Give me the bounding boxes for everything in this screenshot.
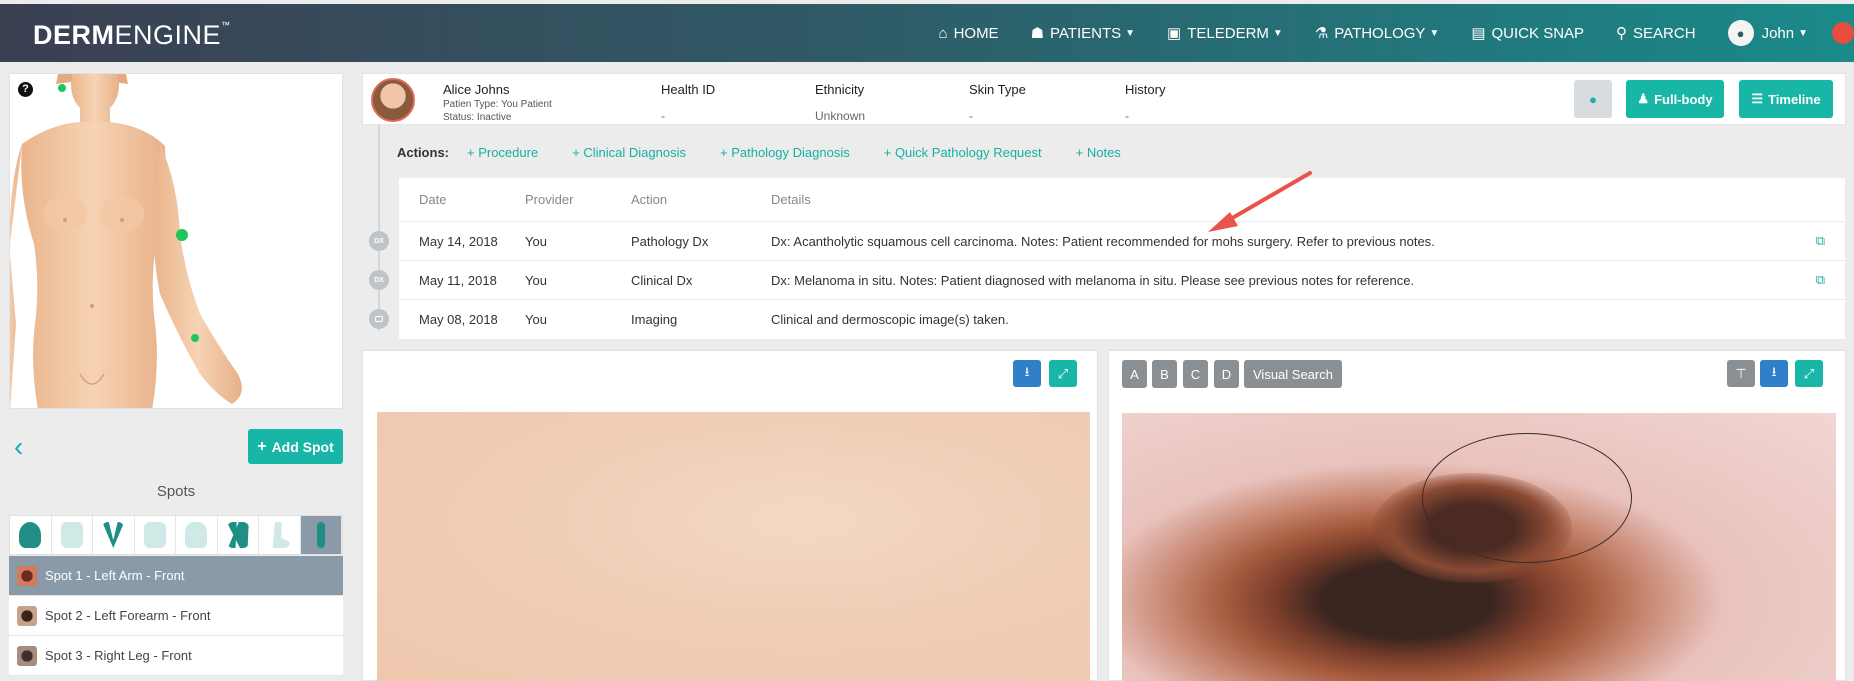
add-procedure-link[interactable]: + Procedure xyxy=(467,145,538,160)
body-spot-marker-left-arm[interactable] xyxy=(176,229,188,241)
spots-title: Spots xyxy=(156,483,196,500)
tool-d-button[interactable]: D xyxy=(1214,360,1239,388)
body-spot-marker-shoulder[interactable] xyxy=(58,84,66,92)
user-icon: ● xyxy=(1589,91,1597,107)
add-spot-button[interactable]: + Add Spot xyxy=(248,429,343,464)
external-link-icon[interactable]: ⧉ xyxy=(1816,272,1825,288)
tool-c-button[interactable]: C xyxy=(1183,360,1208,388)
add-pathology-diagnosis-link[interactable]: + Pathology Diagnosis xyxy=(720,145,850,160)
dermengine-logo[interactable]: DERMENGINE™ xyxy=(33,20,231,51)
spot-thumbnail xyxy=(17,645,37,666)
camera-badge-icon xyxy=(369,309,389,329)
timeline-table: Date Provider Action Details May 14, 201… xyxy=(398,177,1846,340)
skin-type-field: Skin Type - xyxy=(969,82,1026,123)
chevron-down-icon: ▼ xyxy=(1125,27,1136,39)
full-body-button[interactable]: ♟ Full-body xyxy=(1626,80,1724,118)
camera-icon: ▤ xyxy=(1471,25,1486,42)
nav-user-menu[interactable]: ● John ▼ xyxy=(1727,20,1808,46)
external-link-icon[interactable]: ⧉ xyxy=(1816,233,1825,249)
visual-search-button[interactable]: Visual Search xyxy=(1244,360,1342,388)
body-region-filter xyxy=(9,515,343,555)
spot-list-item[interactable]: Spot 1 - Left Arm - Front xyxy=(9,556,343,596)
patient-name: Alice Johns xyxy=(443,82,510,97)
dermoscopic-lesion-image[interactable] xyxy=(1122,413,1836,681)
body-map-panel: ? xyxy=(9,73,343,409)
tool-b-button[interactable]: B xyxy=(1152,360,1177,388)
chevron-down-icon: ▼ xyxy=(1272,27,1283,39)
spot-thumbnail xyxy=(17,565,37,586)
clinical-skin-image[interactable] xyxy=(377,412,1090,681)
tool-a-button[interactable]: A xyxy=(1122,360,1147,388)
actions-bar: Actions: + Procedure + Clinical Diagnosi… xyxy=(397,145,1121,160)
back-arrow-icon[interactable]: ‹ xyxy=(14,433,23,461)
region-foot-icon[interactable] xyxy=(259,516,301,554)
region-pelvis-icon[interactable] xyxy=(135,516,176,554)
history-field: History - xyxy=(1125,82,1166,123)
download-icon[interactable]: ⭳ xyxy=(1013,360,1041,387)
nav-home[interactable]: ⌂ HOME xyxy=(939,25,999,42)
table-row[interactable]: May 14, 2018 You Pathology Dx Dx: Acanth… xyxy=(399,222,1845,261)
region-torso-icon[interactable] xyxy=(52,516,93,554)
region-hand-icon[interactable] xyxy=(176,516,218,554)
timeline-button[interactable]: ☰ Timeline xyxy=(1739,80,1833,118)
expand-icon[interactable]: ⤢ xyxy=(1049,360,1077,387)
quick-pathology-request-link[interactable]: + Quick Pathology Request xyxy=(884,145,1042,160)
telederm-icon: ▣ xyxy=(1167,25,1182,42)
dx-badge: DX xyxy=(369,231,389,251)
plus-icon: + xyxy=(257,437,267,455)
timeline-line xyxy=(378,125,380,331)
patient-type: Patien Type: You Patient xyxy=(443,99,552,110)
nav-pathology[interactable]: ⚗ PATHOLOGY ▼ xyxy=(1314,24,1440,43)
patient-status: Status: Inactive xyxy=(443,112,512,123)
table-header: Date Provider Action Details xyxy=(399,178,1845,222)
user-avatar: ● xyxy=(1727,20,1754,46)
patient-profile-button[interactable]: ● xyxy=(1574,80,1612,118)
nav-search[interactable]: ⚲ SEARCH xyxy=(1616,24,1696,43)
patient-avatar xyxy=(371,78,415,122)
table-row[interactable]: May 08, 2018 You Imaging Clinical and de… xyxy=(399,300,1845,339)
spot-list-item[interactable]: Spot 2 - Left Forearm - Front xyxy=(9,596,343,636)
spot-list: Spot 1 - Left Arm - Front Spot 2 - Left … xyxy=(9,556,343,676)
body-spot-marker-forearm[interactable] xyxy=(191,334,199,342)
download-icon[interactable]: ⭳ xyxy=(1760,360,1788,387)
search-icon: ⚲ xyxy=(1616,25,1628,42)
body-icon: ♟ xyxy=(1637,91,1650,106)
chevron-down-icon: ▼ xyxy=(1429,27,1440,39)
health-id-field: Health ID - xyxy=(661,82,716,123)
region-full-body-icon[interactable] xyxy=(300,516,342,554)
list-icon: ☰ xyxy=(1751,91,1764,106)
add-clinical-diagnosis-link[interactable]: + Clinical Diagnosis xyxy=(572,145,686,160)
dx-badge: DX xyxy=(369,270,389,290)
region-neck-icon[interactable] xyxy=(93,516,135,554)
spot-thumbnail xyxy=(17,605,37,626)
ethnicity-field: Ethnicity Unknown xyxy=(815,82,866,123)
expand-icon[interactable]: ⤢ xyxy=(1795,360,1823,387)
top-navbar: DERMENGINE™ ⌂ HOME ☗ PATIENTS ▼ ▣ TELEDE… xyxy=(0,4,1854,62)
nav-telederm[interactable]: ▣ TELEDERM ▼ xyxy=(1167,24,1283,43)
nav-patients[interactable]: ☗ PATIENTS ▼ xyxy=(1030,24,1136,43)
help-icon[interactable]: ? xyxy=(18,82,33,97)
region-legs-icon[interactable] xyxy=(218,516,259,554)
home-icon: ⌂ xyxy=(938,24,948,42)
notification-bell-icon[interactable] xyxy=(1832,22,1854,44)
nav-quick-snap[interactable]: ▤ QUICK SNAP xyxy=(1471,24,1584,43)
region-head-icon[interactable] xyxy=(10,516,52,554)
body-figure[interactable] xyxy=(10,74,343,409)
table-row[interactable]: May 11, 2018 You Clinical Dx Dx: Melanom… xyxy=(399,261,1845,300)
chevron-down-icon: ▼ xyxy=(1798,27,1808,39)
measure-tool-icon[interactable]: ⊤ xyxy=(1727,360,1755,387)
patient-header: Alice Johns Patien Type: You Patient Sta… xyxy=(362,73,1846,125)
patients-icon: ☗ xyxy=(1030,25,1045,42)
microscope-icon: ⚗ xyxy=(1314,25,1329,42)
timeline-section: Actions: + Procedure + Clinical Diagnosi… xyxy=(362,125,1846,340)
add-notes-link[interactable]: + Notes xyxy=(1076,145,1121,160)
hair-strand xyxy=(1422,433,1632,563)
spot-list-item[interactable]: Spot 3 - Right Leg - Front xyxy=(9,636,343,676)
